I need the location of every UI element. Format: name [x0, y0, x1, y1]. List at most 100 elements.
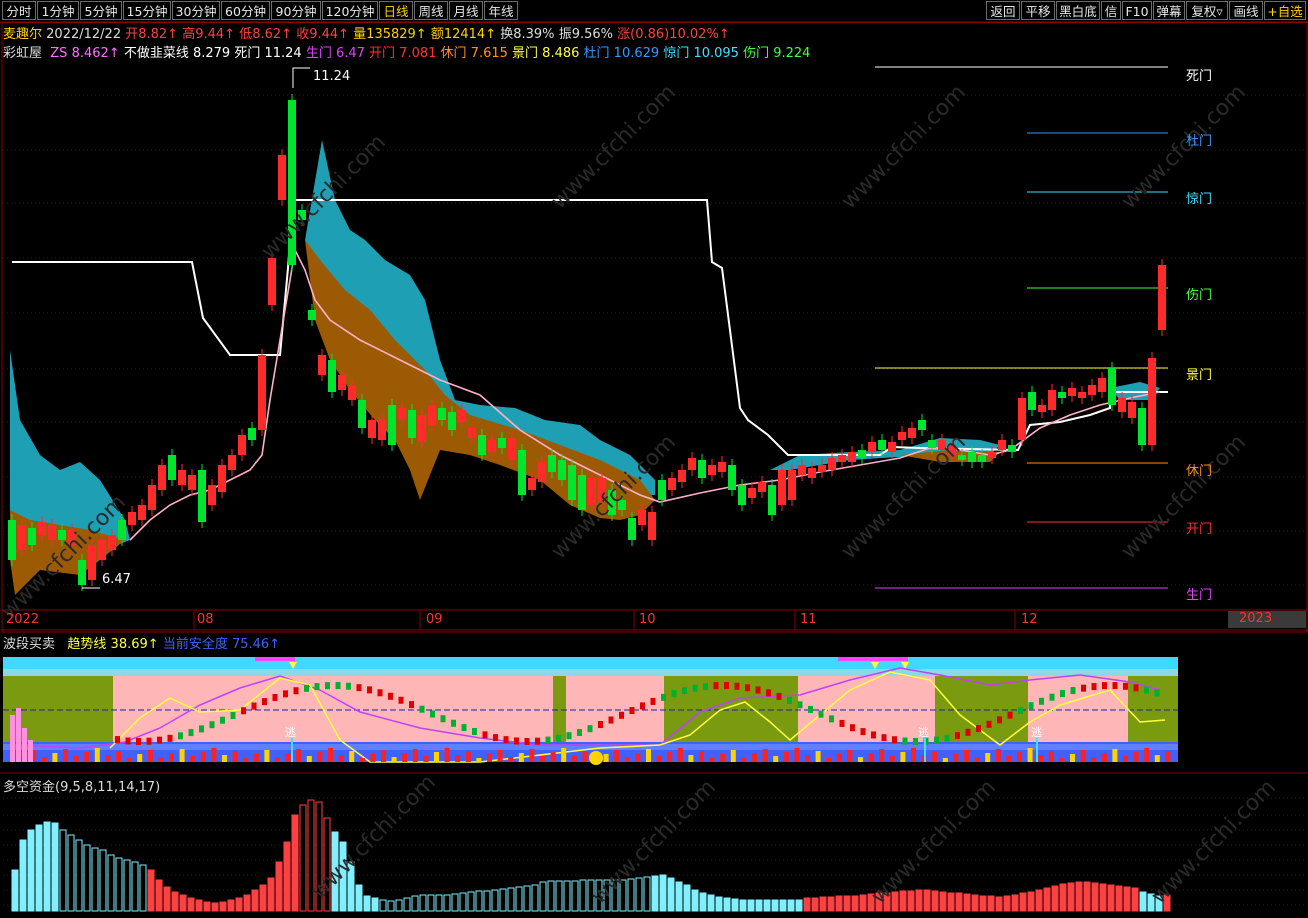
candlestick — [458, 410, 466, 422]
panel2-candle — [640, 702, 645, 710]
candlestick — [678, 470, 686, 482]
candlestick — [8, 520, 16, 560]
panel2-candle — [829, 715, 834, 723]
panel2-candle — [461, 724, 467, 732]
panel2-candle — [220, 716, 225, 724]
panel2-candle — [356, 684, 362, 692]
kline-chart[interactable]: www.cfchi.com www.cfchi.com www.cfchi.com w… — [0, 0, 1308, 918]
fund-bar — [851, 895, 859, 912]
candlestick — [548, 455, 556, 472]
signal-bar — [974, 757, 980, 762]
signal-bar — [783, 752, 789, 762]
fund-bar — [803, 897, 811, 912]
fund-bar — [243, 894, 251, 912]
panel2-header: 波段买卖 趋势线 38.69↑ 当前安全度 75.46↑ — [3, 633, 280, 652]
escape-label-1: 逃 — [285, 726, 296, 739]
signal-bar — [465, 751, 471, 762]
jingmen2-value: 惊门 10.095 — [663, 46, 739, 61]
signal-bar — [434, 752, 439, 762]
signal-bar — [646, 749, 651, 762]
fund-bar — [131, 861, 139, 912]
candlestick — [758, 482, 766, 492]
candlestick — [468, 428, 476, 438]
fund-bar — [1083, 881, 1091, 912]
signal-bar — [1027, 748, 1033, 762]
panel2-candle — [1144, 686, 1149, 694]
panel2-candle — [167, 734, 173, 742]
panel2-candle — [766, 689, 771, 697]
fund-bar — [995, 896, 1003, 912]
fund-bar — [923, 889, 931, 912]
panel2-candle — [178, 732, 183, 740]
gate-label-simen: 死门 — [1186, 69, 1213, 84]
fund-bar — [515, 886, 523, 912]
panel2-candle — [262, 698, 267, 706]
fund-bar — [1115, 885, 1123, 912]
panel2-candle — [146, 737, 152, 745]
signal-bar — [126, 758, 132, 762]
shengmen-value: 生门 6.47 — [305, 46, 365, 61]
candlestick — [808, 468, 816, 478]
signal-bar — [603, 754, 609, 762]
signal-bar — [932, 751, 938, 762]
candlestick — [338, 375, 346, 390]
fund-bar — [707, 894, 715, 912]
panel2-candle — [734, 682, 740, 690]
fund-bar — [683, 884, 691, 912]
candlestick — [148, 485, 156, 510]
signal-bar — [28, 740, 33, 762]
fund-bar — [1123, 886, 1131, 912]
fund-bar — [507, 887, 515, 912]
fund-bar — [579, 879, 587, 912]
quote-volume: 量135829↑ — [353, 27, 427, 42]
panel2-band-top — [3, 657, 1178, 669]
fund-bar — [483, 890, 491, 912]
candlestick — [518, 450, 526, 495]
watermark-text: www.cfchi.com — [547, 80, 681, 214]
escape-label-3: 逃 — [1031, 726, 1042, 739]
candlestick — [478, 435, 486, 455]
panel2-candle — [934, 736, 939, 744]
signal-bar — [255, 657, 295, 661]
candlestick — [788, 470, 796, 500]
fund-bar — [139, 864, 147, 912]
candlestick — [408, 410, 416, 438]
panel2-candle — [608, 716, 614, 724]
fund-bar — [1107, 884, 1115, 912]
candlestick — [98, 540, 106, 560]
signal-bar — [41, 757, 47, 762]
candlestick — [928, 440, 936, 448]
panel2-candle — [808, 705, 813, 713]
candlestick — [1028, 392, 1036, 410]
signal-bar — [285, 753, 291, 762]
fund-bar — [403, 897, 411, 912]
signal-bar — [423, 756, 429, 762]
fund-bar — [499, 888, 507, 912]
panel3-title: 多空资金(9,5,8,11,14,17) — [3, 780, 161, 795]
x-label-2023: 2023 — [1228, 611, 1306, 628]
panel2-candle — [440, 715, 446, 723]
fund-bar — [99, 849, 107, 912]
panel2-candle — [671, 690, 677, 698]
candlestick — [218, 465, 226, 492]
candlestick — [988, 452, 996, 458]
quote-low: 低8.62↑ — [239, 27, 293, 42]
fund-bar — [643, 876, 651, 912]
low-marker: 6.47 — [102, 572, 131, 587]
panel2-candle — [472, 727, 477, 735]
candlestick — [868, 442, 876, 452]
panel2-candle — [125, 737, 131, 745]
panel2-candle — [1039, 697, 1044, 705]
signal-bar — [84, 752, 90, 762]
fund-bar — [235, 897, 243, 912]
fund-bar — [635, 877, 643, 912]
signal-bar — [137, 754, 143, 762]
signal-bar — [995, 749, 1001, 762]
panel2-candle — [566, 732, 572, 740]
candlestick — [1128, 402, 1136, 418]
quote-open: 开8.82↑ — [125, 27, 179, 42]
fund-bar — [283, 841, 291, 912]
panel2-candle — [230, 712, 236, 720]
signal-bar — [200, 752, 206, 762]
gate-label-jingmen: 景门 — [1186, 368, 1213, 383]
